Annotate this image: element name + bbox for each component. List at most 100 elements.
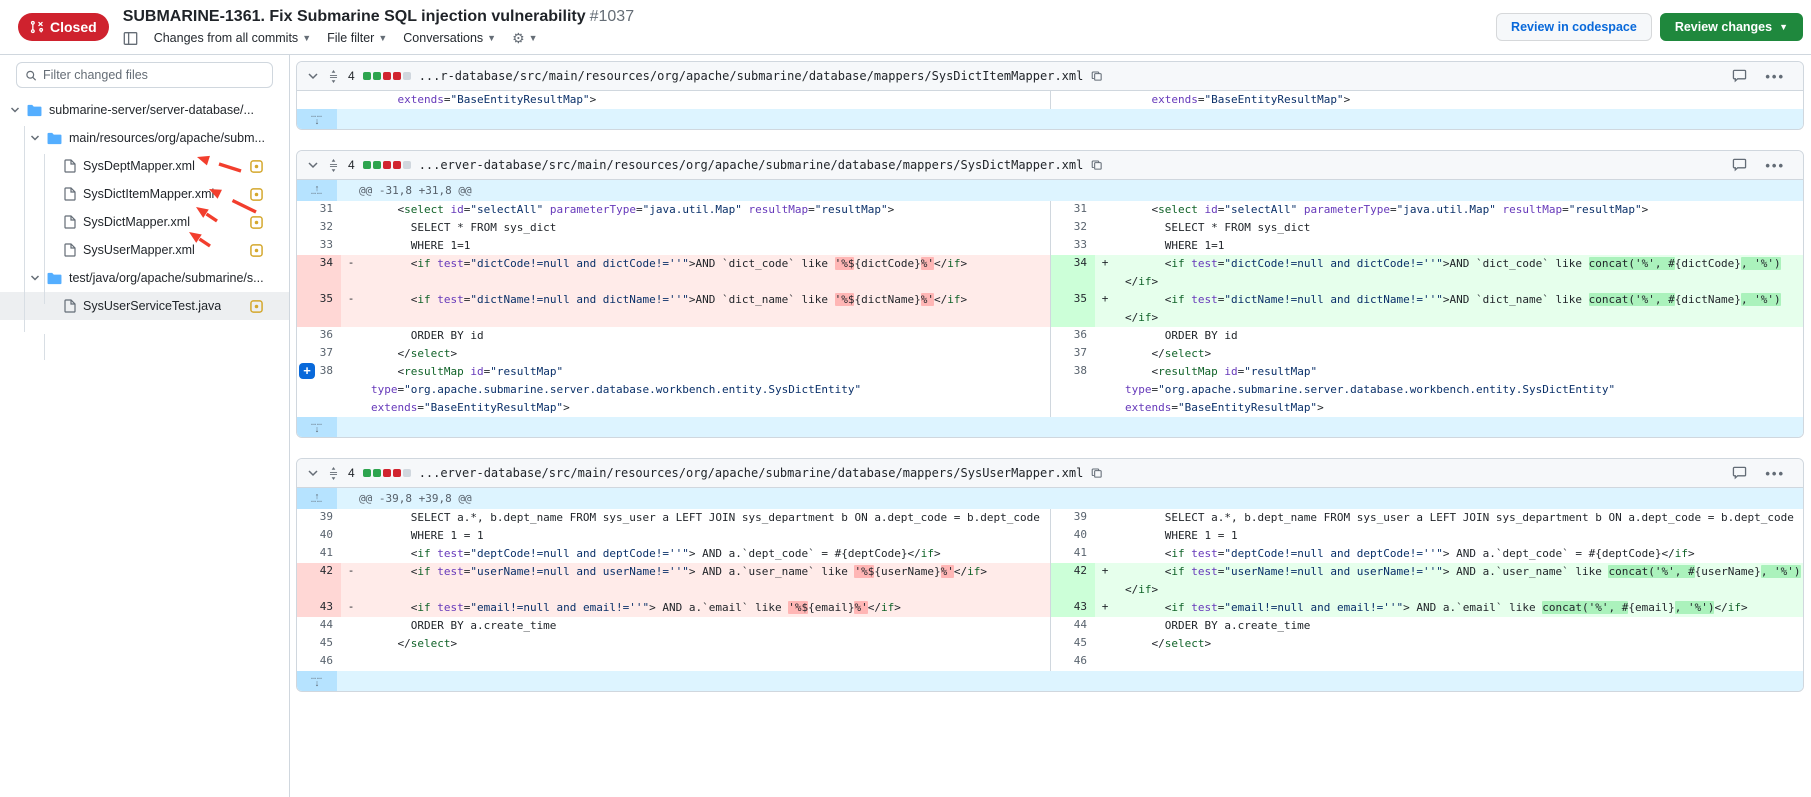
expand-hunk-button[interactable]: ↑┈┈ (297, 180, 337, 201)
expand-hunk-button[interactable]: ↑┈┈ (297, 488, 337, 509)
line-number[interactable]: 40 (297, 527, 341, 545)
line-number[interactable]: 43 (1051, 599, 1095, 617)
diff-settings-dropdown[interactable]: ⚙▼ (512, 30, 537, 47)
code-cell[interactable] (1115, 653, 1803, 671)
code-cell[interactable]: ORDER BY id (1115, 327, 1803, 345)
file-path[interactable]: ...r-database/src/main/resources/org/apa… (419, 69, 1084, 83)
line-number[interactable]: 46 (297, 653, 341, 671)
line-number[interactable]: 31 (1051, 201, 1095, 219)
code-cell[interactable]: </select> (1115, 635, 1803, 653)
code-cell[interactable]: </select> (1115, 345, 1803, 363)
changes-from-dropdown[interactable]: Changes from all commits▼ (154, 31, 311, 45)
line-number[interactable]: 33 (297, 237, 341, 255)
line-number[interactable]: 32 (1051, 219, 1095, 237)
collapse-file-button[interactable] (307, 70, 319, 82)
code-cell[interactable]: SELECT * FROM sys_dict (361, 219, 1050, 237)
line-number[interactable]: 37 (1051, 345, 1095, 363)
drag-handle-icon[interactable] (327, 467, 340, 480)
file-path[interactable]: ...erver-database/src/main/resources/org… (419, 466, 1084, 480)
code-cell[interactable]: WHERE 1=1 (361, 237, 1050, 255)
line-number[interactable]: 44 (297, 617, 341, 635)
line-number[interactable]: 45 (297, 635, 341, 653)
line-number[interactable]: 39 (297, 509, 341, 527)
toggle-comments-button[interactable] (1732, 69, 1747, 83)
code-cell[interactable]: extends="BaseEntityResultMap"> (1115, 91, 1803, 109)
line-number[interactable]: 34 (297, 255, 341, 291)
sidebar-folder-submarine-server-server-database-[interactable]: submarine-server/server-database/... (0, 96, 289, 124)
collapse-file-button[interactable] (307, 467, 319, 479)
line-number[interactable]: 32 (297, 219, 341, 237)
code-cell[interactable]: ORDER BY id (361, 327, 1050, 345)
line-number[interactable]: 46 (1051, 653, 1095, 671)
line-number[interactable]: 31 (297, 201, 341, 219)
add-comment-button[interactable]: + (299, 363, 315, 379)
line-number[interactable]: 41 (297, 545, 341, 563)
toggle-comments-button[interactable] (1732, 158, 1747, 172)
line-number[interactable]: 41 (1051, 545, 1095, 563)
line-number[interactable]: 45 (1051, 635, 1095, 653)
code-cell[interactable]: extends="BaseEntityResultMap"> (361, 91, 1050, 109)
collapse-file-button[interactable] (307, 159, 319, 171)
drag-handle-icon[interactable] (327, 70, 340, 83)
review-changes-button[interactable]: Review changes▼ (1660, 13, 1803, 41)
code-cell[interactable]: <if test="dictCode!=null and dictCode!='… (361, 255, 1050, 291)
code-cell[interactable]: SELECT a.*, b.dept_name FROM sys_user a … (1115, 509, 1803, 527)
file-filter-dropdown[interactable]: File filter▼ (327, 31, 387, 45)
code-cell[interactable]: <if test="deptCode!=null and deptCode!='… (1115, 545, 1803, 563)
line-number[interactable] (297, 91, 341, 109)
line-number[interactable]: 42 (1051, 563, 1095, 599)
tree-chevron[interactable] (28, 273, 42, 283)
copy-path-button[interactable] (1091, 467, 1104, 480)
review-in-codespace-button[interactable]: Review in codespace (1496, 13, 1652, 41)
code-cell[interactable]: ORDER BY a.create_time (361, 617, 1050, 635)
toggle-comments-button[interactable] (1732, 466, 1747, 480)
file-path[interactable]: ...erver-database/src/main/resources/org… (419, 158, 1084, 172)
code-cell[interactable]: <select id="selectAll" parameterType="ja… (361, 201, 1050, 219)
code-cell[interactable]: <resultMap id="resultMap"type="org.apach… (1115, 363, 1803, 417)
expand-down-button[interactable]: ┈┈↓ (297, 417, 337, 437)
code-cell[interactable]: ORDER BY a.create_time (1115, 617, 1803, 635)
code-cell[interactable]: <if test="dictName!=null and dictName!='… (1115, 291, 1803, 327)
line-number[interactable]: 40 (1051, 527, 1095, 545)
toggle-file-tree-button[interactable] (123, 31, 138, 46)
code-cell[interactable]: SELECT a.*, b.dept_name FROM sys_user a … (361, 509, 1050, 527)
drag-handle-icon[interactable] (327, 159, 340, 172)
line-number[interactable]: 39 (1051, 509, 1095, 527)
code-cell[interactable]: <if test="email!=null and email!=''"> AN… (1115, 599, 1803, 617)
code-cell[interactable]: <if test="deptCode!=null and deptCode!='… (361, 545, 1050, 563)
line-number[interactable]: 34 (1051, 255, 1095, 291)
code-cell[interactable]: <if test="dictCode!=null and dictCode!='… (1115, 255, 1803, 291)
code-cell[interactable]: <if test="userName!=null and userName!='… (361, 563, 1050, 599)
line-number[interactable]: 33 (1051, 237, 1095, 255)
code-cell[interactable]: </select> (361, 635, 1050, 653)
copy-path-button[interactable] (1091, 70, 1104, 83)
code-cell[interactable]: <resultMap id="resultMap"type="org.apach… (361, 363, 1050, 417)
file-options-kebab[interactable]: ••• (1765, 158, 1785, 173)
code-cell[interactable] (361, 653, 1050, 671)
line-number[interactable]: 42 (297, 563, 341, 599)
code-cell[interactable]: <if test="email!=null and email!=''"> AN… (361, 599, 1050, 617)
code-cell[interactable]: <if test="userName!=null and userName!='… (1115, 563, 1803, 599)
sidebar-folder-main-resources-org-apache-subm-[interactable]: main/resources/org/apache/subm... (0, 124, 289, 152)
code-cell[interactable]: <if test="dictName!=null and dictName!='… (361, 291, 1050, 327)
line-number[interactable]: 35 (1051, 291, 1095, 327)
line-number[interactable]: 36 (297, 327, 341, 345)
expand-down-button[interactable]: ┈┈↓ (297, 671, 337, 691)
line-number[interactable]: 38 (1051, 363, 1095, 417)
code-cell[interactable]: SELECT * FROM sys_dict (1115, 219, 1803, 237)
expand-down-button[interactable]: ┈┈↓ (297, 109, 337, 129)
tree-chevron[interactable] (8, 105, 22, 115)
copy-path-button[interactable] (1091, 159, 1104, 172)
code-cell[interactable]: WHERE 1=1 (1115, 237, 1803, 255)
code-cell[interactable]: <select id="selectAll" parameterType="ja… (1115, 201, 1803, 219)
code-cell[interactable]: WHERE 1 = 1 (361, 527, 1050, 545)
code-cell[interactable]: WHERE 1 = 1 (1115, 527, 1803, 545)
line-number[interactable]: 38+ (297, 363, 341, 417)
line-number[interactable] (1051, 91, 1095, 109)
line-number[interactable]: 36 (1051, 327, 1095, 345)
line-number[interactable]: 44 (1051, 617, 1095, 635)
code-cell[interactable]: </select> (361, 345, 1050, 363)
line-number[interactable]: 37 (297, 345, 341, 363)
line-number[interactable]: 35 (297, 291, 341, 327)
file-options-kebab[interactable]: ••• (1765, 466, 1785, 481)
